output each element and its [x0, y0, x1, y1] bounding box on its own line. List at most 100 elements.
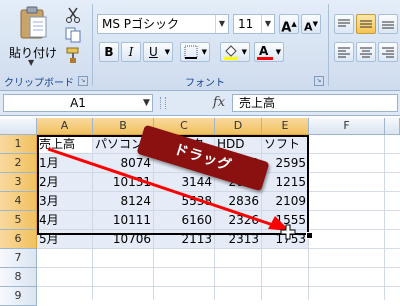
row-header-9[interactable]: 9	[0, 287, 37, 306]
brush-icon	[66, 47, 79, 63]
cell-c5[interactable]: 6160	[154, 211, 215, 230]
paste-icon	[20, 6, 47, 39]
clipboard-launcher-icon[interactable]: ↘	[78, 76, 88, 86]
row-header-6[interactable]: 6	[0, 230, 37, 249]
cell-a4[interactable]: 3月	[37, 192, 93, 211]
chevron-down-icon: ▼	[261, 15, 274, 33]
align-right-icon	[382, 47, 394, 58]
underline-button[interactable]: U ▼	[143, 42, 173, 62]
cell-c4[interactable]: 5538	[154, 192, 215, 211]
cell-a3[interactable]: 2月	[37, 173, 93, 192]
align-top-icon	[338, 19, 350, 27]
column-header-d[interactable]: D	[215, 118, 262, 135]
align-middle-icon	[360, 20, 372, 28]
grow-font-button[interactable]: A▲	[279, 14, 299, 36]
cell-b3[interactable]: 10131	[93, 173, 154, 192]
scissors-icon	[66, 7, 80, 23]
column-b-gridline	[153, 235, 154, 300]
select-all-button[interactable]	[0, 118, 37, 135]
cell-e3[interactable]: 1215	[262, 173, 309, 192]
align-left-icon	[338, 47, 350, 58]
row-header-7[interactable]: 7	[0, 249, 37, 268]
chevron-down-icon: ▼	[201, 48, 207, 56]
cell-b2[interactable]: 8074	[93, 154, 154, 173]
group-divider	[92, 4, 93, 86]
align-top-button[interactable]	[334, 14, 354, 34]
formula-input[interactable]: 売上高	[232, 94, 398, 112]
copy-icon	[65, 27, 81, 43]
grow-font-icon: A	[281, 20, 292, 36]
chevron-down-icon: ▼	[28, 58, 35, 67]
cell-d6[interactable]: 2313	[215, 230, 262, 249]
font-name-select[interactable]: MS Pゴシック ▼	[97, 14, 229, 34]
row-header-2[interactable]: 2	[0, 154, 37, 173]
chevron-down-icon: ▼	[241, 48, 247, 56]
format-painter-button[interactable]	[64, 46, 82, 64]
row-header-8[interactable]: 8	[0, 268, 37, 287]
formula-value: 売上高	[239, 96, 276, 110]
paste-button[interactable]: 貼り付け ▼	[4, 4, 62, 67]
align-bottom-button[interactable]	[378, 14, 398, 34]
cell-b6[interactable]: 10706	[93, 230, 154, 249]
name-box-splitter[interactable]	[160, 97, 166, 109]
cell-b4[interactable]: 8124	[93, 192, 154, 211]
font-color-button[interactable]: A ▼	[254, 42, 284, 62]
underline-icon: U	[149, 45, 158, 59]
column-f-gridline	[384, 135, 385, 300]
row-header-4[interactable]: 4	[0, 192, 37, 211]
chevron-down-icon: ▼	[164, 48, 170, 56]
row-header-5[interactable]: 5	[0, 211, 37, 230]
cell-d4[interactable]: 2836	[215, 192, 262, 211]
clipboard-group-label: クリップボード	[4, 78, 74, 89]
cell-c6[interactable]: 2113	[154, 230, 215, 249]
italic-button[interactable]: I	[121, 42, 141, 62]
formula-bar: A1 ▼ fx 売上高	[0, 91, 400, 116]
column-d-gridline	[261, 235, 262, 300]
font-group-label: フォント	[185, 78, 225, 89]
cell-d5[interactable]: 2326	[215, 211, 262, 230]
borders-button[interactable]: ▼	[180, 42, 210, 62]
cell-e1[interactable]: ソフト	[262, 135, 309, 154]
shrink-font-icon: A	[304, 20, 313, 34]
cell-a6[interactable]: 5月	[37, 230, 93, 249]
column-a-gridline	[92, 235, 93, 300]
column-header-g[interactable]	[385, 118, 400, 135]
cell-e4[interactable]: 2109	[262, 192, 309, 211]
group-divider	[328, 4, 329, 86]
cell-e2[interactable]: 2595	[262, 154, 309, 173]
cell-a5[interactable]: 4月	[37, 211, 93, 230]
shrink-font-button[interactable]: A▼	[301, 14, 321, 34]
font-size-select[interactable]: 11 ▼	[233, 14, 275, 34]
cell-a1[interactable]: 売上高	[37, 135, 93, 154]
chevron-down-icon: ▼	[215, 15, 228, 33]
align-center-button[interactable]	[356, 42, 376, 62]
cross-cursor-icon	[280, 224, 296, 240]
italic-icon: I	[128, 45, 134, 59]
font-size-value: 11	[238, 17, 254, 31]
bold-button[interactable]: B	[99, 42, 119, 62]
ribbon: 貼り付け ▼ クリップボード ↘ MS Pゴシック ▼ 11 ▼ A▲ A▼ B…	[0, 0, 400, 91]
cut-button[interactable]	[64, 6, 82, 24]
cell-b5[interactable]: 10111	[93, 211, 154, 230]
align-left-button[interactable]	[334, 42, 354, 62]
name-box-value: A1	[70, 96, 86, 110]
align-right-button[interactable]	[378, 42, 398, 62]
align-middle-button[interactable]	[356, 14, 376, 34]
column-header-a[interactable]: A	[37, 118, 93, 135]
row-header-1[interactable]: 1	[0, 135, 37, 154]
column-e-gridline	[308, 235, 309, 300]
row-header-3[interactable]: 3	[0, 173, 37, 192]
chevron-down-icon[interactable]: ▼	[141, 95, 152, 111]
fill-color-button[interactable]: ▼	[220, 42, 250, 62]
fx-icon: fx	[212, 95, 226, 110]
copy-button[interactable]	[64, 26, 82, 44]
cell-c3[interactable]: 3144	[154, 173, 215, 192]
column-header-e[interactable]: E	[262, 118, 309, 135]
column-header-f[interactable]: F	[309, 118, 385, 135]
bold-icon: B	[104, 45, 114, 59]
name-box[interactable]: A1	[3, 94, 153, 112]
cell-a2[interactable]: 1月	[37, 154, 93, 173]
insert-function-button[interactable]: fx	[208, 94, 230, 112]
font-launcher-icon[interactable]: ↘	[314, 76, 324, 86]
fill-handle[interactable]	[306, 232, 313, 239]
